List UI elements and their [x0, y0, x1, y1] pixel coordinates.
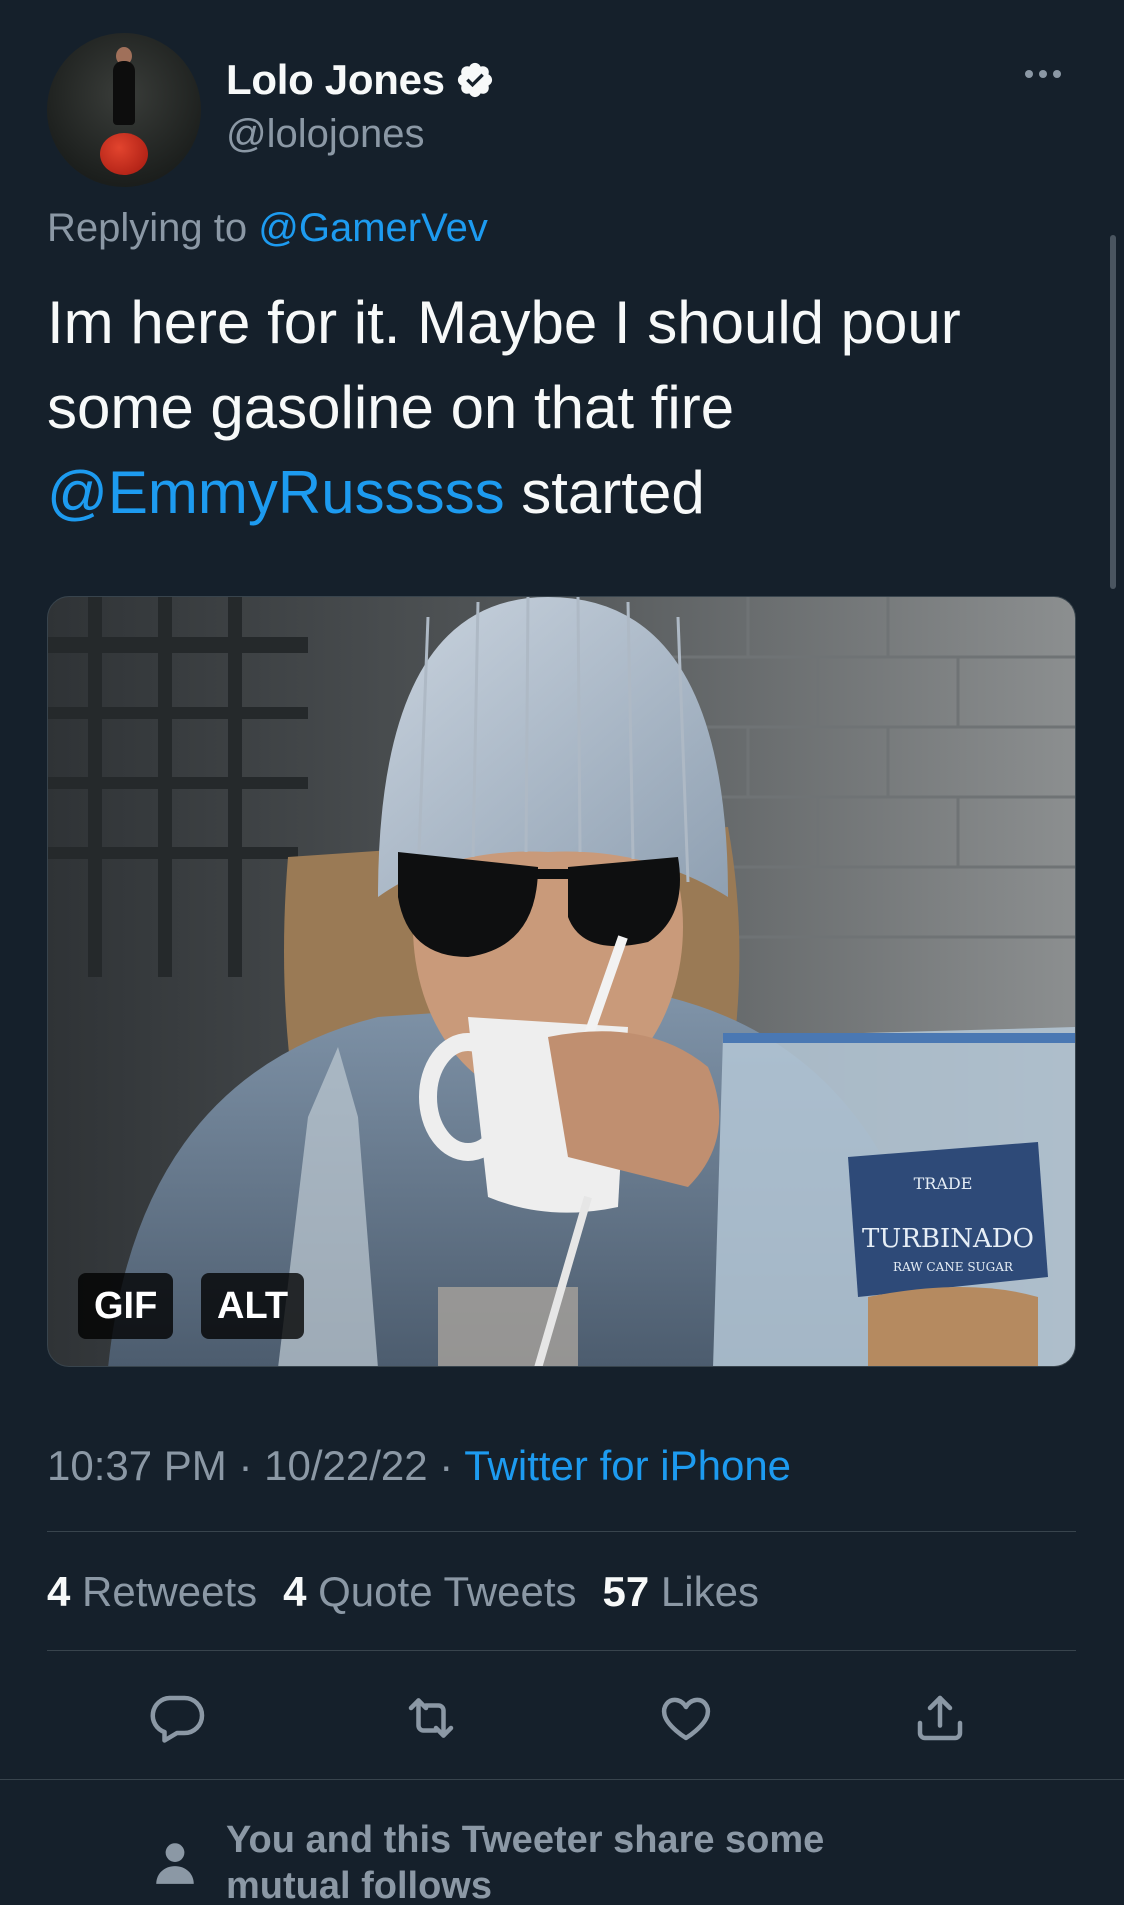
- avatar[interactable]: [47, 33, 201, 187]
- replying-to-line: Replying to @GamerVev: [47, 206, 488, 251]
- share-icon: [917, 1695, 963, 1741]
- mention-link[interactable]: @EmmyRusssss: [47, 459, 505, 526]
- tweet-text-body: Im here for it. Maybe I should pour some…: [47, 289, 961, 441]
- replying-to-link[interactable]: @GamerVev: [258, 206, 488, 250]
- avatar-figure-body: [113, 61, 135, 125]
- scrollbar[interactable]: [1110, 235, 1116, 589]
- tweet-text: Im here for it. Maybe I should pour some…: [47, 280, 1047, 535]
- share-button[interactable]: [910, 1688, 970, 1748]
- tweet-stats: 4 Retweets 4 Quote Tweets 57 Likes: [47, 1568, 759, 1616]
- meta-separator: ·: [238, 1442, 253, 1489]
- tweet-text-tail: started: [504, 459, 705, 526]
- more-dot: [1025, 70, 1033, 78]
- verified-badge-icon: [457, 62, 492, 98]
- meta-separator: ·: [439, 1442, 454, 1489]
- reply-icon: [150, 1695, 205, 1743]
- tweet-date: 10/22/22: [264, 1442, 428, 1489]
- retweets-stat[interactable]: 4 Retweets: [47, 1568, 257, 1616]
- person-icon: [156, 1843, 194, 1884]
- more-dot: [1053, 70, 1061, 78]
- action-bar: [0, 1688, 1124, 1752]
- divider: [47, 1531, 1076, 1532]
- bag-text-sugar: RAW CANE SUGAR: [893, 1260, 1014, 1274]
- tweet-meta: 10:37 PM · 10/22/22 · Twitter for iPhone: [47, 1442, 791, 1490]
- display-name[interactable]: Lolo Jones: [226, 56, 445, 104]
- reply-button[interactable]: [147, 1688, 207, 1748]
- avatar-red-ball: [100, 133, 148, 175]
- mutual-follows-notice[interactable]: You and this Tweeter share some mutual f…: [226, 1817, 946, 1905]
- gif-frame: TRADE TURBINADO RAW CANE SUGAR: [48, 597, 1075, 1366]
- bag-text-trade: TRADE: [914, 1174, 973, 1193]
- tweet-time: 10:37 PM: [47, 1442, 227, 1489]
- gif-media[interactable]: TRADE TURBINADO RAW CANE SUGAR GIF ALT: [47, 596, 1076, 1367]
- display-name-row[interactable]: Lolo Jones: [226, 56, 495, 104]
- divider: [0, 1779, 1124, 1780]
- like-button[interactable]: [656, 1688, 716, 1748]
- tweet-source-link[interactable]: Twitter for iPhone: [464, 1442, 791, 1489]
- retweet-button[interactable]: [401, 1688, 461, 1748]
- likes-stat[interactable]: 57 Likes: [603, 1568, 759, 1616]
- more-options-icon[interactable]: [1025, 70, 1061, 78]
- quote-tweets-stat[interactable]: 4 Quote Tweets: [283, 1568, 576, 1616]
- heart-icon: [661, 1697, 711, 1741]
- gif-badge[interactable]: GIF: [78, 1273, 174, 1339]
- divider: [47, 1650, 1076, 1651]
- alt-badge[interactable]: ALT: [201, 1273, 305, 1339]
- bag-text-turbinado: TURBINADO: [862, 1224, 1034, 1254]
- retweet-icon: [408, 1698, 454, 1738]
- replying-prefix: Replying to: [47, 206, 248, 250]
- more-dot: [1039, 70, 1047, 78]
- handle[interactable]: @lolojones: [226, 112, 425, 157]
- tweet-detail-page: Lolo Jones @lolojones Replying to @Gamer…: [0, 0, 1124, 1905]
